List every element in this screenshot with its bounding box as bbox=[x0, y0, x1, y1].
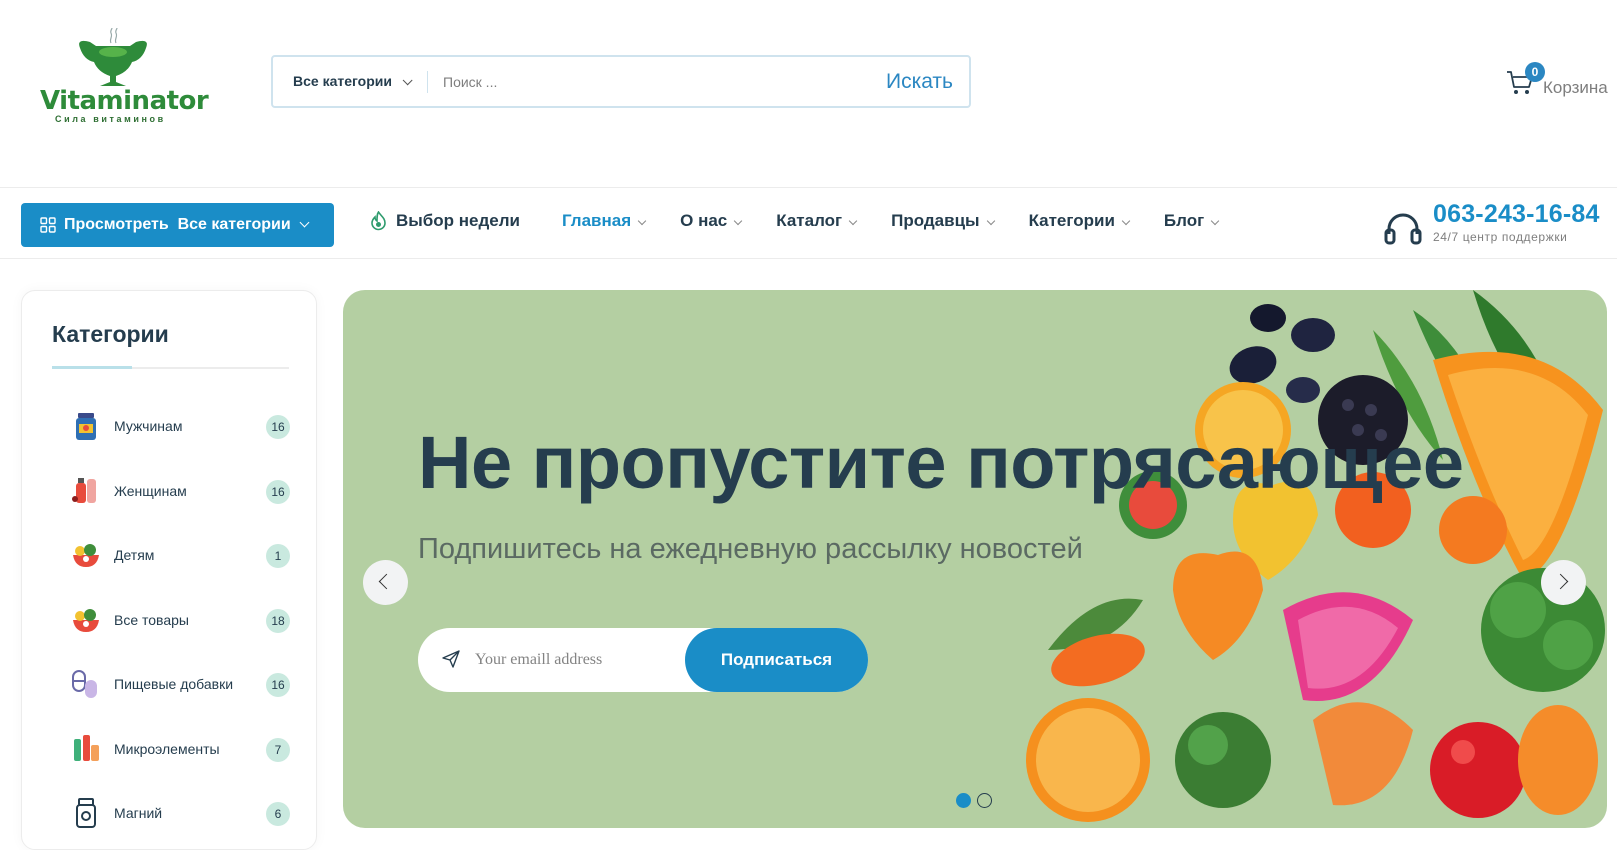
grid-icon bbox=[40, 217, 56, 233]
hero-slider: Не пропустите потрясающее Подпишитесь на… bbox=[343, 290, 1607, 828]
chevron-left-icon bbox=[378, 573, 395, 590]
sidebar-item-label: Магний bbox=[114, 805, 163, 821]
chevron-down-icon bbox=[402, 75, 413, 86]
chevron-down-icon bbox=[986, 216, 995, 226]
logo-tagline: Сила витаминов bbox=[55, 114, 166, 124]
pill-bottle-icon bbox=[76, 798, 96, 828]
search-category-label: Все категории bbox=[293, 73, 392, 89]
site-logo[interactable]: Vitaminator Сила витаминов bbox=[38, 28, 209, 124]
sidebar-item-count-badge: 16 bbox=[266, 479, 290, 504]
search-input[interactable] bbox=[443, 67, 843, 96]
sidebar-item-7[interactable]: Магний 6 bbox=[70, 793, 290, 833]
slider-dot-2[interactable] bbox=[977, 793, 992, 808]
newsletter-form: Подписаться bbox=[418, 628, 868, 692]
chevron-down-icon bbox=[299, 217, 310, 228]
browse-categories-label: Просмотреть Все категории bbox=[64, 216, 291, 233]
chevron-right-icon bbox=[1552, 573, 1569, 590]
capsules-icon bbox=[72, 670, 97, 698]
bottles-icon bbox=[72, 477, 96, 503]
sidebar-item-count-badge: 6 bbox=[266, 802, 290, 826]
sidebar-item-count-badge: 7 bbox=[266, 737, 290, 762]
category-sidebar: Категории Мужчинам 16 Женщинам 16 Детям 1 Все … bbox=[21, 290, 317, 850]
sidebar-item-label: Пищевые добавки bbox=[114, 676, 234, 692]
chevron-down-icon bbox=[848, 216, 858, 226]
chevron-down-icon bbox=[734, 216, 743, 226]
slider-prev-button[interactable] bbox=[363, 560, 408, 605]
logo-wordmark: Vitaminator bbox=[40, 86, 209, 116]
vials-icon bbox=[74, 734, 99, 761]
sidebar-item-count-badge: 16 bbox=[266, 415, 290, 439]
supplement-jar-icon bbox=[76, 413, 96, 440]
sidebar-item-label: Женщинам bbox=[114, 482, 187, 499]
main-menu: Главная О нас Каталог Продавцы Категории Блог bbox=[562, 211, 1220, 235]
chevron-down-icon bbox=[1210, 216, 1220, 226]
sidebar-item-label: Мужчинам bbox=[114, 418, 183, 434]
fruit-vegetable-illustration bbox=[1026, 290, 1605, 822]
fruit-bowl-icon bbox=[73, 544, 99, 567]
chevron-down-icon bbox=[1121, 216, 1131, 226]
sidebar-item-label: Микроэлементы bbox=[114, 740, 220, 757]
sidebar-item-6[interactable]: Микроэлементы 7 bbox=[70, 729, 290, 769]
sidebar-item-count-badge: 16 bbox=[266, 673, 290, 697]
subscribe-button[interactable]: Подписаться bbox=[685, 628, 868, 692]
hero-subheadline: Подпишитесь на ежедневную рассылку новос… bbox=[418, 533, 1083, 565]
nav-item-5[interactable]: Категории bbox=[1029, 211, 1131, 235]
search-category-select[interactable]: Все категории bbox=[293, 57, 413, 106]
sidebar-item-count-badge: 18 bbox=[266, 608, 290, 633]
newsletter-email-input[interactable] bbox=[475, 646, 675, 674]
paper-plane-icon bbox=[442, 650, 460, 668]
nav-item-label: Категории bbox=[1028, 211, 1115, 230]
nav-item-label: О нас bbox=[680, 211, 728, 230]
sidebar-title: Категории bbox=[52, 321, 169, 347]
nav-item-4[interactable]: Продавцы bbox=[891, 211, 995, 235]
cart-label: Корзина bbox=[1543, 78, 1608, 97]
nav-item-label: Блог bbox=[1163, 211, 1205, 230]
slider-pagination bbox=[956, 793, 992, 808]
support-contact[interactable]: 063-243-16-84 24/7 центр поддержки bbox=[1384, 200, 1614, 250]
nav-item-label: Продавцы bbox=[891, 211, 980, 230]
search-button[interactable]: Искать bbox=[886, 57, 953, 106]
fire-icon bbox=[371, 211, 386, 231]
cart-count-badge: 0 bbox=[1525, 62, 1545, 82]
sidebar-item-1[interactable]: Мужчинам 16 bbox=[70, 406, 290, 446]
nav-item-label: Каталог bbox=[776, 211, 843, 230]
chevron-down-icon bbox=[637, 216, 647, 226]
sidebar-item-3[interactable]: Детям 1 bbox=[70, 535, 290, 575]
nav-item-label: Главная bbox=[562, 211, 632, 230]
search-divider bbox=[427, 71, 428, 93]
trophy-cup-icon bbox=[79, 40, 147, 86]
deal-of-week-label: Выбор недели bbox=[396, 211, 521, 230]
nav-item-2[interactable]: О нас bbox=[680, 211, 743, 235]
header-top: Vitaminator Сила витаминов Все категории… bbox=[0, 0, 1617, 187]
slider-next-button[interactable] bbox=[1541, 560, 1586, 605]
sidebar-item-label: Детям bbox=[114, 547, 155, 563]
headset-icon bbox=[1384, 213, 1422, 245]
sidebar-item-label: Все товары bbox=[114, 611, 189, 628]
sidebar-item-5[interactable]: Пищевые добавки 16 bbox=[70, 664, 290, 704]
main-navbar: Просмотреть Все категории Выбор недели Г… bbox=[0, 187, 1617, 259]
search-bar: Все категории Искать bbox=[271, 55, 971, 108]
hero-headline: Не пропустите потрясающее bbox=[418, 421, 1464, 504]
slider-dot-1[interactable] bbox=[956, 793, 971, 808]
sidebar-item-4[interactable]: Все товары 18 bbox=[70, 600, 290, 640]
nav-item-3[interactable]: Каталог bbox=[776, 211, 858, 235]
support-phone[interactable]: 063-243-16-84 bbox=[1433, 200, 1600, 229]
cart-link[interactable]: 0 Корзина bbox=[1506, 62, 1616, 102]
sidebar-item-2[interactable]: Женщинам 16 bbox=[70, 471, 290, 511]
fruit-bowl-icon bbox=[73, 608, 99, 632]
sidebar-divider-accent bbox=[52, 366, 132, 369]
browse-categories-button[interactable]: Просмотреть Все категории bbox=[21, 203, 334, 247]
sidebar-item-count-badge: 1 bbox=[266, 544, 290, 568]
nav-item-1[interactable]: Главная bbox=[562, 211, 647, 235]
support-note: 24/7 центр поддержки bbox=[1433, 230, 1568, 244]
nav-item-6[interactable]: Блог bbox=[1164, 211, 1220, 235]
